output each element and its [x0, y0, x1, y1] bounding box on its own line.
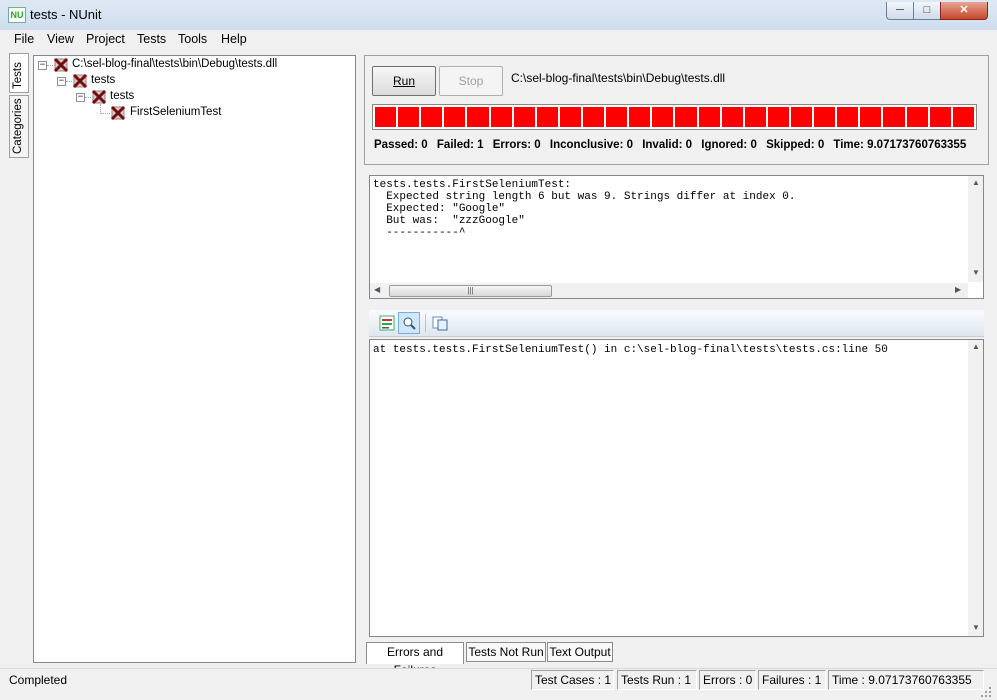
failed-test-icon	[54, 58, 68, 72]
menu-project[interactable]: Project	[86, 32, 125, 46]
passed-count: Passed: 0	[374, 139, 428, 151]
stack-vertical-scrollbar[interactable]: ▲ ▼	[968, 340, 983, 636]
status-text: Completed	[9, 673, 68, 687]
menu-file[interactable]: File	[14, 32, 34, 46]
tab-tests-vertical[interactable]: Tests	[9, 53, 29, 93]
progress-segment	[952, 107, 974, 127]
progress-segment	[698, 107, 720, 127]
progress-segment	[883, 107, 905, 127]
failed-test-icon	[73, 74, 87, 88]
collapse-toggle-ns1[interactable]: −	[57, 77, 66, 86]
title-bar[interactable]	[0, 0, 997, 31]
progress-segment	[837, 107, 859, 127]
progress-segment	[860, 107, 882, 127]
progress-segment	[721, 107, 743, 127]
progress-segment	[582, 107, 605, 127]
failed-count: Failed: 1	[436, 139, 484, 151]
status-tests-run: Tests Run : 1	[617, 670, 697, 690]
status-failures: Failures : 1	[758, 670, 826, 690]
menu-help[interactable]: Help	[221, 32, 247, 46]
scroll-up-icon[interactable]: ▲	[972, 178, 980, 187]
progress-segment	[467, 107, 489, 127]
stack-trace-box[interactable]: at tests.tests.FirstSeleniumTest() in c:…	[369, 339, 984, 637]
failed-test-icon	[92, 90, 106, 104]
inconclusive-count: Inconclusive: 0	[549, 139, 633, 151]
scroll-down-icon[interactable]: ▼	[972, 268, 980, 277]
tab-errors-and-failures[interactable]: Errors and Failures	[366, 642, 464, 677]
progress-segment	[767, 107, 789, 127]
run-button-label: Run	[392, 74, 415, 88]
progress-segment	[929, 107, 951, 127]
menu-tools[interactable]: Tools	[178, 32, 207, 46]
errors-count: Errors: 0	[492, 139, 541, 151]
tree-node-assembly[interactable]: C:\sel-blog-final\tests\bin\Debug\tests.…	[72, 58, 277, 70]
tab-text-output[interactable]: Text Output	[547, 642, 613, 662]
menu-tests[interactable]: Tests	[137, 32, 166, 46]
assembly-path: C:\sel-blog-final\tests\bin\Debug\tests.…	[511, 71, 726, 85]
magnifier-icon[interactable]	[398, 312, 420, 334]
nunit-app-icon: NU	[8, 7, 26, 23]
progress-segment	[421, 107, 443, 127]
tree-node-namespace[interactable]: tests	[91, 74, 115, 86]
error-message-box[interactable]: tests.tests.FirstSeleniumTest: Expected …	[369, 175, 984, 299]
toolbar-separator	[425, 314, 426, 332]
tab-tests-label: Tests	[12, 62, 24, 89]
scroll-down-icon[interactable]: ▼	[972, 623, 980, 632]
scroll-left-icon[interactable]: ◀	[374, 285, 380, 294]
invalid-count: Invalid: 0	[642, 139, 693, 151]
scroll-right-icon[interactable]: ▶	[955, 285, 961, 294]
progress-segment	[444, 107, 466, 127]
progress-segment	[790, 107, 813, 127]
status-errors: Errors : 0	[699, 670, 756, 690]
progress-segment	[629, 107, 651, 127]
error-vertical-scrollbar[interactable]: ▲ ▼	[968, 176, 983, 282]
copy-icon[interactable]	[431, 314, 449, 332]
collapse-toggle-ns2[interactable]: −	[76, 93, 85, 102]
close-button[interactable]: ✕	[940, 2, 988, 20]
progress-segment	[906, 107, 928, 127]
horizontal-scroll-thumb[interactable]: |||	[389, 285, 552, 297]
tree-node-test[interactable]: FirstSeleniumTest	[130, 106, 221, 118]
maximize-button[interactable]: □	[913, 2, 941, 20]
elapsed-time: Time: 9.07173760763355	[833, 139, 967, 151]
progress-segment	[606, 107, 628, 127]
tree-node-fixture[interactable]: tests	[110, 90, 134, 102]
stop-button[interactable]: Stop	[439, 66, 503, 96]
tab-categories-label: Categories	[12, 98, 24, 154]
source-code-icon[interactable]	[378, 314, 396, 332]
resize-grip-icon[interactable]	[980, 686, 992, 698]
test-tree[interactable]: − C:\sel-blog-final\tests\bin\Debug\test…	[33, 55, 356, 663]
progress-segment	[536, 107, 558, 127]
progress-segment	[398, 107, 420, 127]
stack-trace-toolbar	[369, 310, 984, 337]
test-summary: Passed: 0 Failed: 1 Errors: 0 Inconclusi…	[374, 139, 972, 151]
progress-segment	[675, 107, 697, 127]
stack-trace-text: at tests.tests.FirstSeleniumTest() in c:…	[373, 344, 888, 356]
progress-segment	[490, 107, 512, 127]
progress-segment	[375, 107, 397, 127]
minimize-button[interactable]: ─	[886, 2, 914, 20]
status-time: Time : 9.07173760763355	[828, 670, 984, 690]
progress-bar	[372, 104, 977, 130]
collapse-toggle-root[interactable]: −	[38, 61, 47, 70]
error-message-text: tests.tests.FirstSeleniumTest: Expected …	[373, 179, 796, 239]
window-title: tests - NUnit	[30, 7, 102, 22]
tab-tests-not-run[interactable]: Tests Not Run	[466, 642, 546, 662]
skipped-count: Skipped: 0	[766, 139, 825, 151]
run-button[interactable]: Run	[372, 66, 436, 96]
progress-segment	[814, 107, 836, 127]
progress-segment	[513, 107, 535, 127]
progress-segment	[652, 107, 674, 127]
status-test-cases: Test Cases : 1	[531, 670, 614, 690]
progress-segment	[559, 107, 581, 127]
menu-view[interactable]: View	[47, 32, 74, 46]
scroll-up-icon[interactable]: ▲	[972, 342, 980, 351]
failed-test-icon	[111, 106, 125, 120]
tab-categories-vertical[interactable]: Categories	[9, 95, 29, 158]
ignored-count: Ignored: 0	[701, 139, 757, 151]
progress-segment	[744, 107, 766, 127]
